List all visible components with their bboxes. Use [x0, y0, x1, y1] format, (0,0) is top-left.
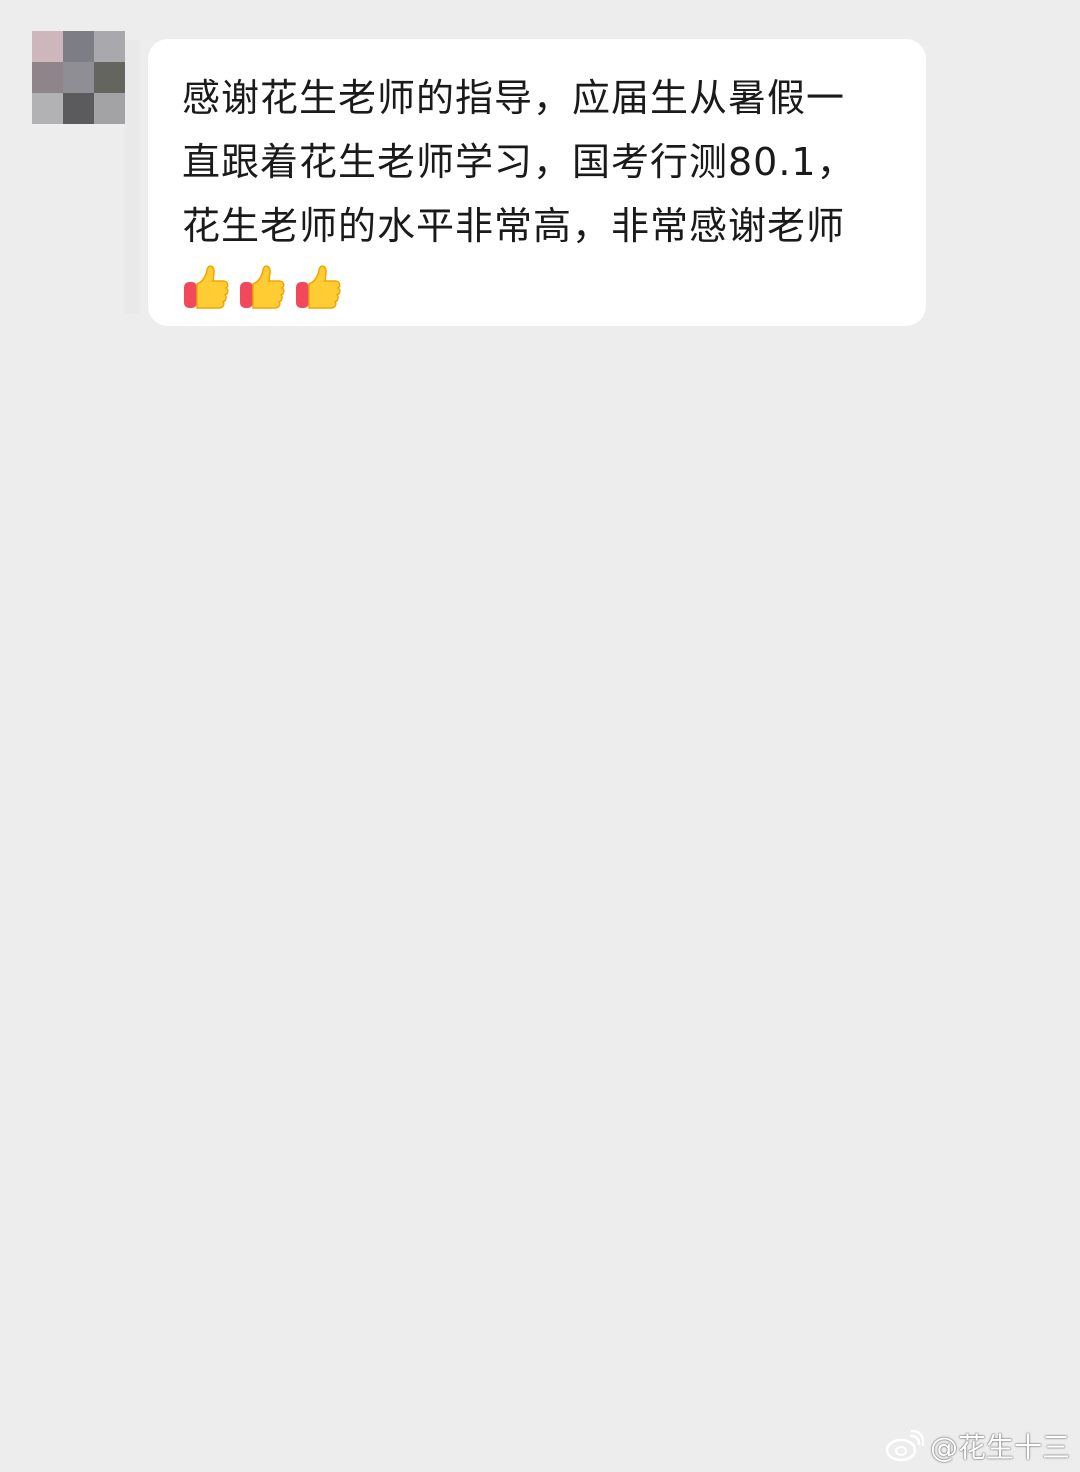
watermark-text: @花生十三 — [929, 1431, 1070, 1464]
avatar-pixel — [94, 31, 125, 62]
watermark: @花生十三 — [884, 1426, 1070, 1466]
message-line: 花生老师的水平非常高，非常感谢老师 — [182, 204, 846, 248]
thumbs-up-icon — [296, 265, 341, 309]
avatar-pixel — [63, 31, 94, 62]
weibo-logo-icon — [885, 1430, 924, 1462]
avatar[interactable] — [32, 31, 125, 124]
avatar-pixel — [63, 93, 94, 124]
emoji-row — [182, 262, 926, 310]
thumbs-up-icon — [184, 265, 229, 309]
avatar-pixel — [32, 62, 63, 93]
avatar-shadow — [125, 40, 139, 314]
message-line: 直跟着花生老师学习，国考行测80.1， — [182, 140, 856, 184]
avatar-pixel — [94, 62, 125, 93]
avatar-pixel — [32, 31, 63, 62]
avatar-pixel — [63, 62, 94, 93]
message-bubble[interactable]: 感谢花生老师的指导，应届生从暑假一 直跟着花生老师学习，国考行测80.1， 花生… — [148, 39, 926, 326]
avatar-pixel — [94, 93, 125, 124]
thumbs-up-icon — [240, 265, 285, 309]
message-line: 感谢花生老师的指导，应届生从暑假一 — [182, 76, 846, 120]
avatar-pixel — [32, 93, 63, 124]
